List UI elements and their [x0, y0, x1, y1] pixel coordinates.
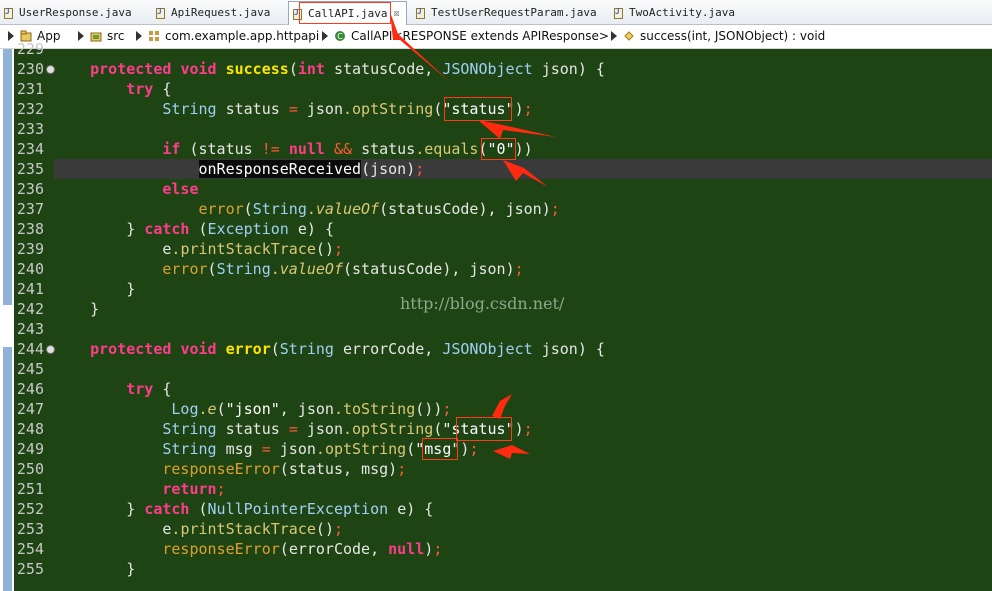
annotation-box: [299, 2, 391, 24]
breadcrumb: App src com.example.app.httpapi C CallAP…: [0, 25, 992, 49]
breadcrumb-item-class[interactable]: C CallAPI<RESPONSE extends APIResponse>: [322, 28, 609, 44]
breadcrumb-item-package[interactable]: com.example.app.httpapi: [136, 28, 319, 44]
editor-tab-bar: UserResponse.java ApiRequest.java CallAP…: [0, 0, 992, 25]
tab-apirequest[interactable]: ApiRequest.java: [156, 2, 270, 23]
java-file-icon: [156, 7, 166, 19]
breadcrumb-label: com.example.app.httpapi: [165, 29, 320, 43]
chevron-right-icon: [78, 31, 84, 41]
package-icon: [149, 31, 159, 41]
tab-userresponse[interactable]: UserResponse.java: [4, 2, 132, 23]
java-file-icon: [4, 7, 14, 19]
annotation-arrows: [478, 120, 556, 459]
class-icon: C: [335, 31, 345, 41]
breadcrumb-label: src: [107, 29, 125, 43]
tab-label: TwoActivity.java: [629, 6, 735, 19]
tab-label: UserResponse.java: [19, 6, 132, 19]
method-icon: [624, 31, 634, 41]
annotation-arrow: [390, 12, 450, 82]
breadcrumb-item-src[interactable]: src: [78, 28, 125, 44]
chevron-right-icon: [322, 31, 328, 41]
svg-text:C: C: [337, 32, 343, 41]
chevron-right-icon: [136, 31, 142, 41]
chevron-right-icon: [611, 31, 617, 41]
tab-twoactivity[interactable]: TwoActivity.java: [614, 2, 735, 23]
tab-label: ApiRequest.java: [171, 6, 271, 19]
breadcrumb-label: success(int, JSONObject) : void: [640, 29, 826, 43]
java-file-icon: [614, 7, 624, 19]
breadcrumb-item-method[interactable]: success(int, JSONObject) : void: [611, 28, 825, 44]
code-editor[interactable]: 229 230 231 232 233 234 235 236 237 238 239 240 241…: [0, 40, 992, 591]
source-folder-icon: [90, 32, 102, 42]
